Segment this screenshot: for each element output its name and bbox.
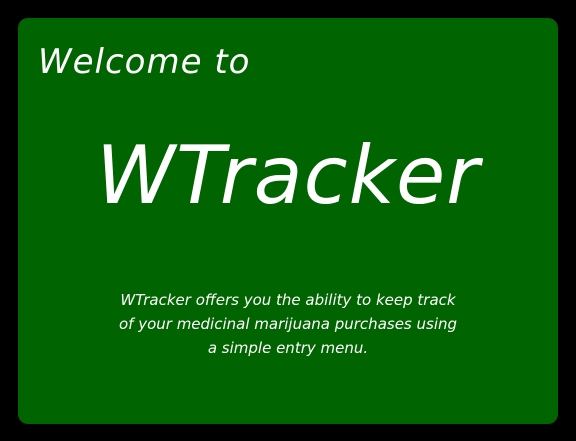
welcome-panel: Welcome to WTracker WTracker offers you … [18, 18, 558, 424]
app-title: WTracker [95, 129, 481, 222]
welcome-greeting: Welcome to [38, 42, 251, 82]
description-line: WTracker offers you the ability to keep … [120, 291, 456, 309]
window-frame: Welcome to WTracker WTracker offers you … [0, 0, 576, 441]
description-line: a simple entry menu. [207, 339, 369, 357]
description-line: of your medicinal marijuana purchases us… [118, 315, 458, 333]
app-description: WTracker offers you the ability to keep … [68, 288, 508, 360]
